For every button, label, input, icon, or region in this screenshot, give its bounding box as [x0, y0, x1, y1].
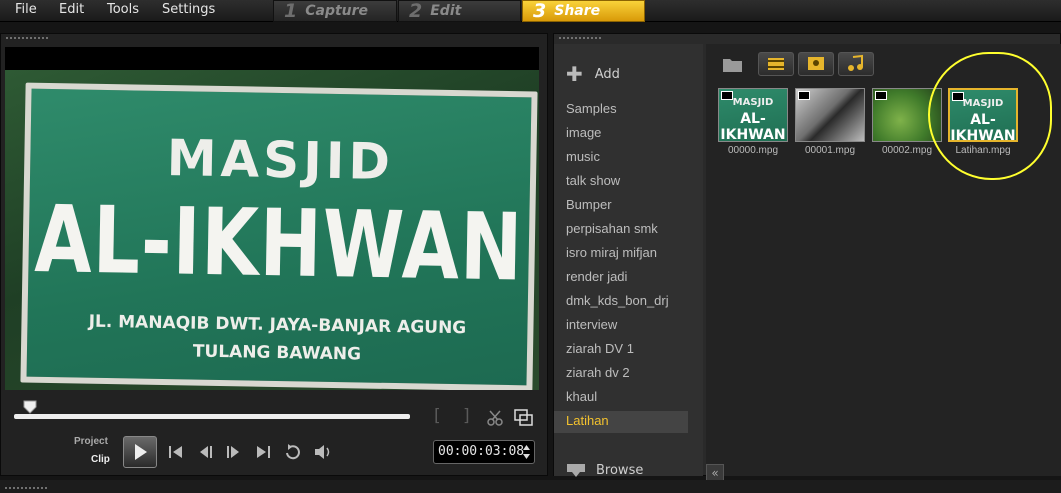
menu-bar: File Edit Tools Settings 1 Capture 2 Edi… [0, 0, 1061, 22]
project-mode-label[interactable]: Project [74, 436, 108, 447]
sign-district: TULANG BAWANG [192, 341, 362, 365]
thumbnail-label: 00002.mpg [881, 145, 933, 156]
enlarge-preview-icon[interactable] [514, 409, 534, 427]
add-label: Add [594, 66, 620, 82]
media-thumbnail[interactable] [795, 88, 865, 142]
folder-item[interactable]: interview [554, 315, 688, 337]
step-label: Capture [305, 3, 369, 19]
step-edit-tab[interactable]: 2 Edit [398, 0, 521, 22]
annotation-circle [928, 52, 1052, 180]
step-share-tab[interactable]: 3 Share [522, 0, 645, 22]
sign-address: JL. MANAQIB DWT. JAYA-BANJAR AGUNG [88, 311, 467, 339]
video-file-icon [875, 91, 887, 100]
plus-icon: ✚ [566, 62, 583, 86]
show-photo-button[interactable] [798, 52, 834, 76]
folder-item[interactable]: dmk_kds_bon_drj [554, 291, 688, 313]
repeat-icon[interactable] [283, 444, 303, 460]
panel-grip[interactable] [5, 36, 49, 40]
play-icon [135, 444, 147, 460]
timeline-strip [0, 480, 1061, 493]
sign-name: AL-IKHWAN [33, 185, 524, 303]
folder-item[interactable]: talk show [554, 171, 688, 193]
menu-settings[interactable]: Settings [162, 2, 215, 17]
step-number: 2 [409, 0, 423, 22]
thumb-text: AL-IKHWAN [720, 111, 786, 142]
add-folder-button[interactable]: ✚ Add [566, 62, 620, 86]
video-file-icon [721, 91, 733, 100]
thumbnail-label: 00001.mpg [804, 145, 856, 156]
photo-filter-icon [808, 57, 824, 70]
folder-item[interactable]: Latihan [554, 411, 688, 433]
scissors-icon[interactable] [486, 409, 504, 427]
go-to-end-icon[interactable] [254, 444, 272, 460]
step-number: 1 [284, 0, 298, 22]
show-video-button[interactable] [758, 52, 794, 76]
mark-out-button[interactable]: ] [463, 406, 470, 426]
folder-item[interactable]: ziarah dv 2 [554, 363, 688, 385]
music-note-icon [848, 54, 863, 71]
timecode-field[interactable]: 00:00:03:08 [433, 440, 535, 464]
folder-item[interactable]: Bumper [554, 195, 688, 217]
previous-frame-icon[interactable] [196, 444, 214, 460]
folder-item[interactable]: render jadi [554, 267, 688, 289]
volume-icon[interactable] [313, 444, 333, 460]
media-thumbnail[interactable]: MASJID AL-IKHWAN [718, 88, 788, 142]
folder-item[interactable]: ziarah DV 1 [554, 339, 688, 361]
folder-list: ✚ Add Samples image music talk show Bumper pe… [554, 44, 703, 478]
step-number: 3 [533, 0, 547, 22]
video-filter-icon [768, 58, 784, 70]
thumbnail-label: 00000.mpg [727, 145, 779, 156]
folder-item[interactable]: image [554, 123, 688, 145]
show-audio-button[interactable] [838, 52, 874, 76]
step-label: Share [554, 3, 601, 19]
mark-in-button[interactable]: [ [434, 406, 441, 426]
menu-tools[interactable]: Tools [107, 2, 139, 17]
next-frame-icon[interactable] [225, 444, 243, 460]
folder-item[interactable]: khaul [554, 387, 688, 409]
panel-grip[interactable] [558, 36, 602, 40]
browse-button[interactable]: Browse [566, 462, 643, 478]
preview-window: MASJID AL-IKHWAN JL. MANAQIB DWT. JAYA-B… [5, 47, 539, 390]
panel-grip[interactable] [4, 486, 48, 490]
sign-title: MASJID [166, 129, 395, 191]
browse-icon [567, 464, 585, 477]
folder-item[interactable]: isro miraj mifjan [554, 243, 688, 265]
step-capture-tab[interactable]: 1 Capture [273, 0, 397, 22]
menu-file[interactable]: File [15, 2, 37, 17]
folder-item[interactable]: Samples [554, 99, 688, 121]
browse-label: Browse [596, 462, 644, 478]
step-label: Edit [430, 3, 462, 19]
video-file-icon [798, 91, 810, 100]
folder-item[interactable]: perpisahan smk [554, 219, 688, 241]
preview-panel: MASJID AL-IKHWAN JL. MANAQIB DWT. JAYA-B… [0, 33, 548, 476]
go-to-start-icon[interactable] [167, 444, 185, 460]
scrub-bar[interactable] [14, 414, 410, 419]
timecode-value: 00:00:03:08 [438, 444, 525, 459]
folder-icon[interactable] [722, 56, 744, 74]
clip-mode-label[interactable]: Clip [91, 454, 110, 465]
scrub-handle[interactable] [23, 400, 37, 414]
timecode-spinner-icon[interactable] [522, 444, 531, 460]
folder-item[interactable]: music [554, 147, 688, 169]
menu-edit[interactable]: Edit [59, 2, 84, 17]
mosque-sign: MASJID AL-IKHWAN JL. MANAQIB DWT. JAYA-B… [20, 82, 538, 390]
play-button[interactable] [123, 436, 157, 468]
